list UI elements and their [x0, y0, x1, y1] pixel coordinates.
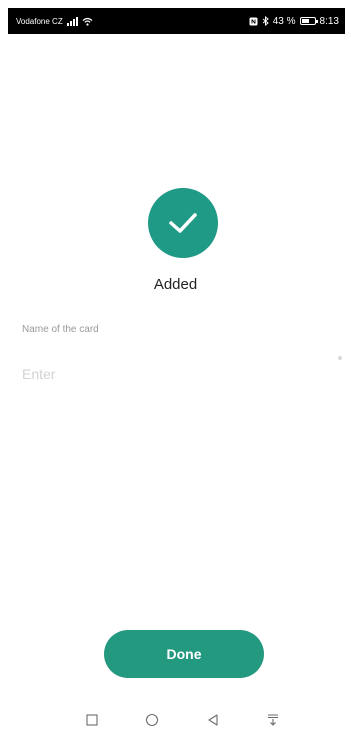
home-icon[interactable] — [142, 710, 162, 730]
signal-icon — [66, 16, 78, 26]
carrier-name: Vodafone CZ — [16, 16, 63, 26]
bluetooth-icon — [262, 16, 269, 26]
clock: 8:13 — [319, 15, 339, 27]
status-bar: Vodafone CZ 43 % 8:13 — [8, 8, 345, 34]
battery-icon — [299, 17, 318, 25]
input-clear-indicator[interactable] — [338, 356, 342, 360]
notification-pull-icon[interactable] — [263, 710, 283, 730]
back-icon[interactable] — [203, 710, 223, 730]
checkmark-icon — [169, 213, 197, 233]
status-right: 43 % 8:13 — [249, 16, 339, 27]
system-navigation-bar — [0, 700, 351, 740]
card-name-input[interactable] — [22, 362, 322, 386]
success-badge — [148, 188, 218, 258]
battery-percent: 43 % — [272, 15, 296, 27]
wifi-icon — [82, 17, 93, 26]
card-name-label: Name of the card — [22, 324, 99, 335]
result-title: Added — [153, 276, 198, 293]
status-left: Vodafone CZ — [16, 16, 93, 26]
recent-apps-icon[interactable] — [82, 710, 102, 730]
nfc-icon — [249, 17, 258, 25]
done-button[interactable]: Done — [104, 630, 264, 678]
